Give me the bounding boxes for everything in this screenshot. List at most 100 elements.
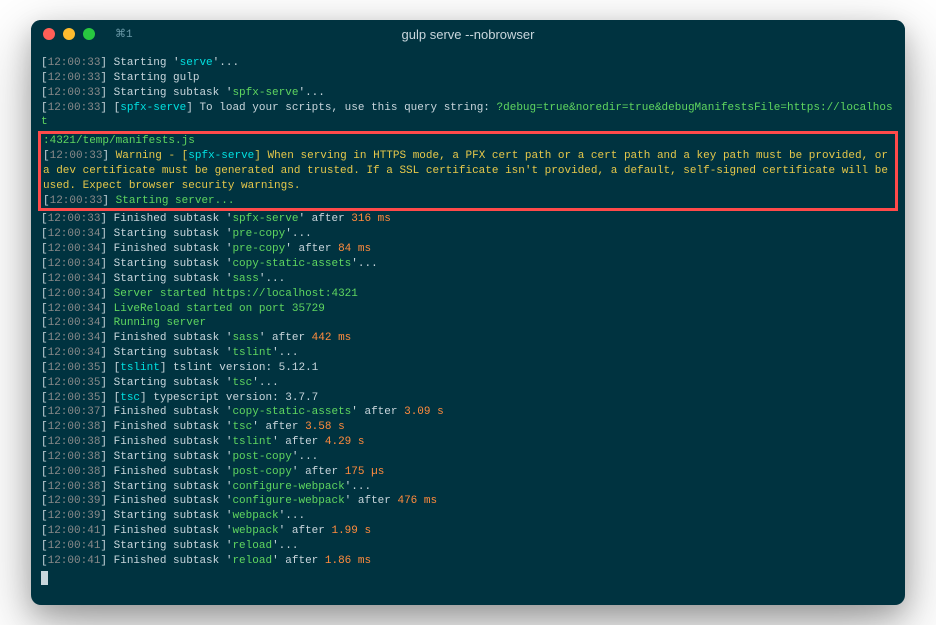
minimize-icon[interactable] (63, 28, 75, 40)
zoom-icon[interactable] (83, 28, 95, 40)
log-segment: Finished subtask ' (107, 436, 232, 448)
log-line: [12:00:35] [tslint] tslint version: 5.12… (41, 361, 895, 376)
log-segment: Starting subtask ' (107, 87, 232, 99)
log-segment: post-copy (232, 451, 291, 463)
log-timestamp: 12:00:34 (48, 258, 101, 270)
log-segment: Finished subtask ' (107, 495, 232, 507)
log-segment: reload (232, 540, 272, 552)
log-segment: ] To load your scripts, use this query s… (186, 102, 496, 114)
log-segment: 4.29 s (325, 436, 365, 448)
log-segment: sass (232, 332, 258, 344)
log-segment: tsc (232, 377, 252, 389)
log-timestamp: 12:00:33 (48, 213, 101, 225)
log-segment: Starting subtask ' (107, 258, 232, 270)
log-segment: Starting subtask ' (107, 540, 232, 552)
log-segment: '... (345, 481, 371, 493)
log-timestamp: 12:00:33 (48, 102, 101, 114)
log-timestamp: 12:00:41 (48, 525, 101, 537)
log-timestamp: 12:00:34 (48, 228, 101, 240)
log-segment: tslint (232, 347, 272, 359)
log-segment: 476 ms (397, 495, 437, 507)
log-line: [12:00:38] Starting subtask 'configure-w… (41, 480, 895, 495)
log-segment: '... (285, 228, 311, 240)
log-line: [12:00:34] Running server (41, 316, 895, 331)
log-segment: '... (351, 258, 377, 270)
log-segment: Starting subtask ' (107, 273, 232, 285)
terminal-window: ⌘1 gulp serve --nobrowser [12:00:33] Sta… (31, 20, 905, 605)
log-timestamp: 12:00:38 (48, 466, 101, 478)
log-segment: Finished subtask ' (107, 406, 232, 418)
log-segment: '... (272, 540, 298, 552)
log-line: [12:00:33] [spfx-serve] To load your scr… (41, 101, 895, 131)
log-line: [12:00:34] Server started https://localh… (41, 287, 895, 302)
log-segment: sass (232, 273, 258, 285)
log-segment: [ (107, 392, 120, 404)
log-segment: copy-static-assets (232, 406, 351, 418)
log-timestamp: 12:00:41 (48, 540, 101, 552)
log-segment: pre-copy (232, 228, 285, 240)
log-segment: Running server (107, 317, 206, 329)
warning-module: spfx-serve (188, 150, 254, 162)
log-segment: ' after (351, 406, 404, 418)
log-segment: Starting subtask ' (107, 451, 232, 463)
log-line: [12:00:34] Starting subtask 'sass'... (41, 272, 895, 287)
log-segment: webpack (232, 510, 278, 522)
log-segment: tsc (120, 392, 140, 404)
log-line: [12:00:38] Finished subtask 'post-copy' … (41, 465, 895, 480)
warning-prefix: Warning - [ (116, 150, 189, 162)
log-line: [12:00:38] Starting subtask 'post-copy'.… (41, 450, 895, 465)
log-segment: ' after (292, 466, 345, 478)
log-segment: Finished subtask ' (107, 332, 232, 344)
log-line: [12:00:34] LiveReload started on port 35… (41, 302, 895, 317)
tab-indicator: ⌘1 (115, 27, 133, 41)
terminal-body[interactable]: [12:00:33] Starting 'serve'...[12:00:33]… (31, 48, 905, 605)
log-timestamp: 12:00:33 (48, 57, 101, 69)
log-segment: ' after (259, 332, 312, 344)
log-line: [12:00:38] Finished subtask 'tsc' after … (41, 420, 895, 435)
log-timestamp: 12:00:38 (48, 436, 101, 448)
log-segment: ' after (298, 213, 351, 225)
log-segment: spfx-serve (232, 87, 298, 99)
log-line: [12:00:35] [tsc] typescript version: 3.7… (41, 391, 895, 406)
log-segment: '... (298, 87, 324, 99)
log-segment: ' after (345, 495, 398, 507)
log-segment: '... (292, 451, 318, 463)
log-segment: 3.09 s (404, 406, 444, 418)
log-segment: copy-static-assets (232, 258, 351, 270)
log-segment: Server started https://localhost:4321 (107, 288, 358, 300)
log-segment: ' after (272, 436, 325, 448)
log-segment: Starting subtask ' (107, 481, 232, 493)
close-icon[interactable] (43, 28, 55, 40)
log-segment: Finished subtask ' (107, 555, 232, 567)
warning-highlight: :4321/temp/manifests.js [12:00:33] Warni… (38, 131, 898, 211)
log-segment: '... (259, 273, 285, 285)
log-timestamp: 12:00:33 (50, 195, 103, 207)
log-timestamp: 12:00:35 (48, 377, 101, 389)
log-timestamp: 12:00:34 (48, 347, 101, 359)
log-segment: serve (180, 57, 213, 69)
log-segment: Starting ' (107, 57, 180, 69)
log-segment: 3.58 s (305, 421, 345, 433)
log-segment: Finished subtask ' (107, 213, 232, 225)
log-segment: Starting subtask ' (107, 228, 232, 240)
log-timestamp: 12:00:37 (48, 406, 101, 418)
log-segment: Finished subtask ' (107, 243, 232, 255)
log-segment: Starting gulp (107, 72, 199, 84)
log-segment: ] typescript version: 3.7.7 (140, 392, 318, 404)
log-segment: 1.86 ms (325, 555, 371, 567)
log-line: [12:00:37] Finished subtask 'copy-static… (41, 405, 895, 420)
log-segment: reload (232, 555, 272, 567)
titlebar: ⌘1 gulp serve --nobrowser (31, 20, 905, 48)
log-segment: LiveReload started on port 35729 (107, 303, 325, 315)
log-segment: tslint (120, 362, 160, 374)
log-segment: configure-webpack (232, 481, 344, 493)
log-line: [12:00:33] Starting gulp (41, 71, 895, 86)
log-segment: webpack (232, 525, 278, 537)
log-timestamp: 12:00:33 (48, 72, 101, 84)
log-segment: Starting subtask ' (107, 347, 232, 359)
log-segment: '... (272, 347, 298, 359)
log-segment: Finished subtask ' (107, 421, 232, 433)
log-segment: tsc (232, 421, 252, 433)
log-line: [12:00:33] Finished subtask 'spfx-serve'… (41, 212, 895, 227)
log-segment: pre-copy (232, 243, 285, 255)
